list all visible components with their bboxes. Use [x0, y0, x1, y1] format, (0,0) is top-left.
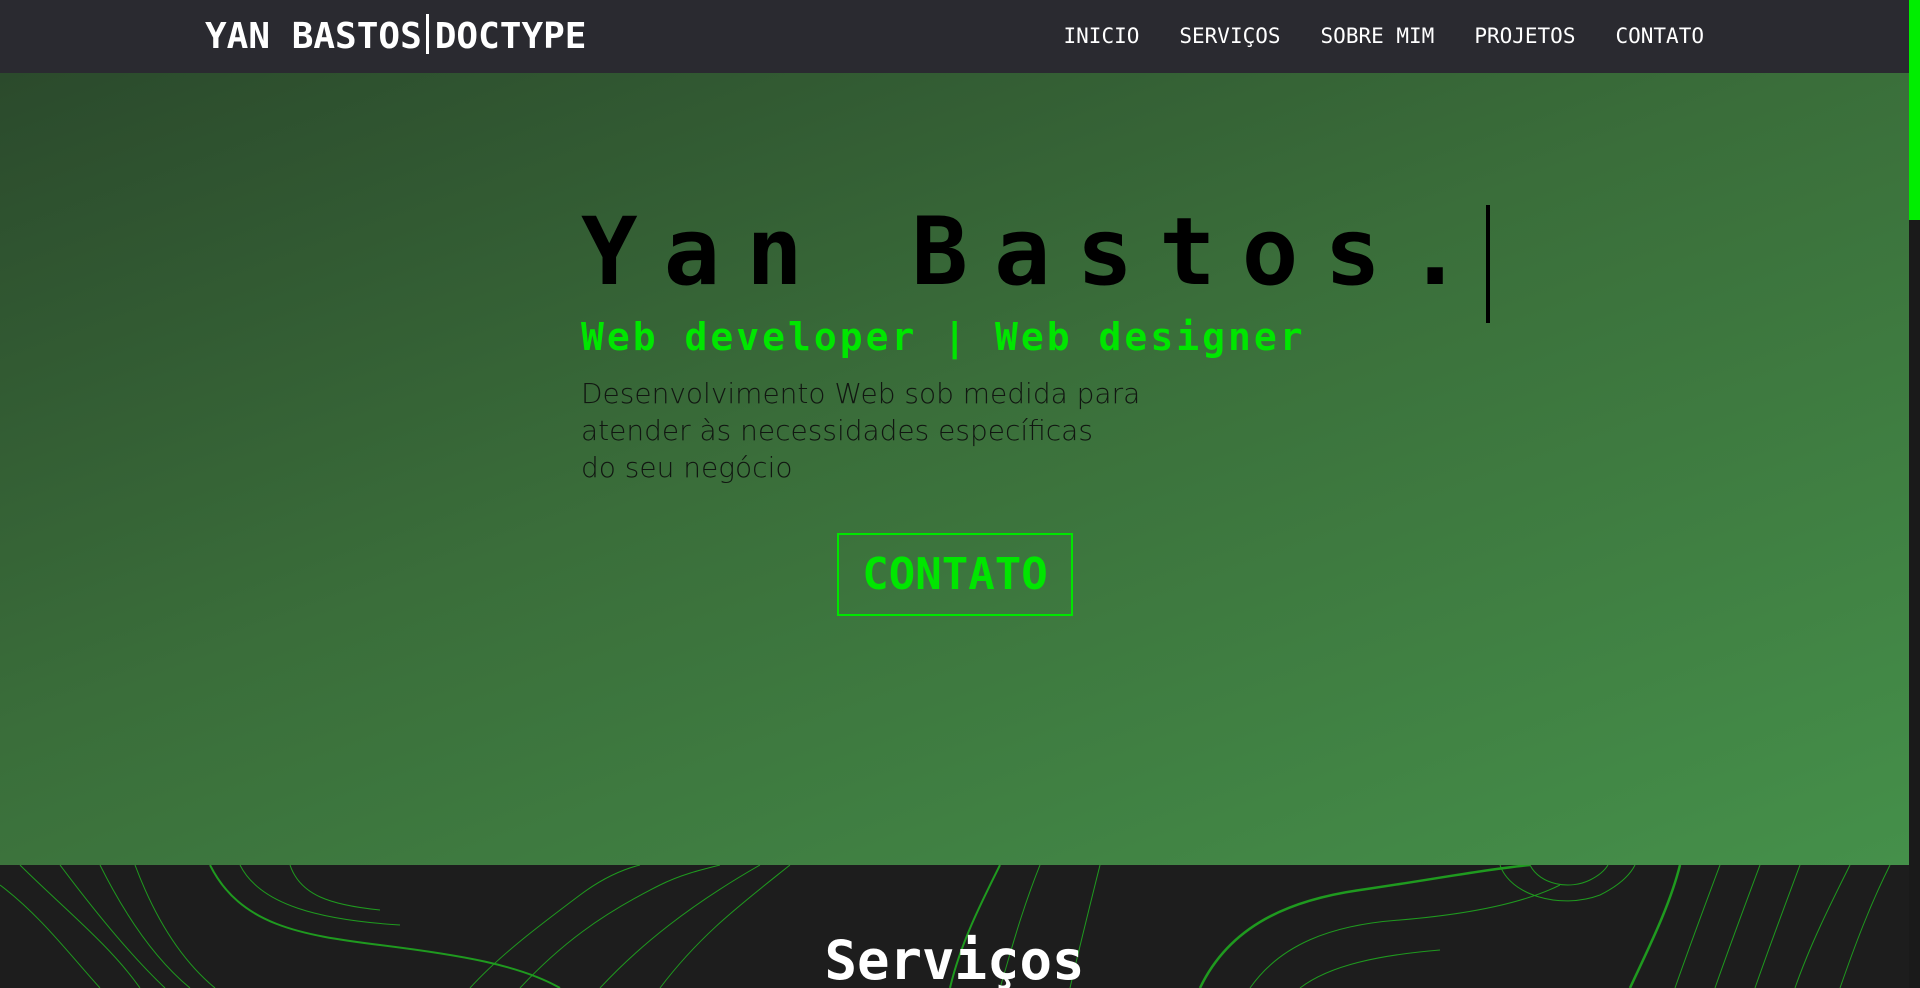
typing-cursor — [1485, 205, 1490, 323]
hero-subtitle: Web developer | Web designer — [581, 315, 1306, 359]
hero-description-line: do seu negócio — [581, 451, 793, 484]
hero-description: Desenvolvimento Web sob medida para aten… — [581, 375, 1201, 486]
hero-section: Yan Bastos. Web developer | Web designer… — [0, 73, 1909, 865]
hero-content: Yan Bastos. Web developer | Web designer… — [581, 203, 1490, 486]
page-scrollbar[interactable] — [1909, 0, 1920, 988]
hero-description-line: Desenvolvimento Web sob medida para — [581, 377, 1141, 410]
hero-description-line: atender às necessidades específicas — [581, 414, 1093, 447]
nav-link-projetos[interactable]: PROJETOS — [1474, 24, 1575, 48]
services-section: Serviços — [0, 865, 1909, 988]
site-logo[interactable]: YAN BASTOS DOCTYPE — [205, 14, 586, 59]
nav-link-servicos[interactable]: SERVIÇOS — [1179, 24, 1280, 48]
main-nav: INICIO SERVIÇOS SOBRE MIM PROJETOS CONTA… — [1064, 24, 1704, 48]
page: YAN BASTOS DOCTYPE INICIO SERVIÇOS SOBRE … — [0, 0, 1920, 988]
nav-link-inicio[interactable]: INICIO — [1064, 24, 1140, 48]
services-heading: Serviços — [824, 929, 1085, 988]
nav-link-sobre-mim[interactable]: SOBRE MIM — [1321, 24, 1435, 48]
brand-name: YAN BASTOS — [205, 16, 422, 57]
hero-title: Yan Bastos. — [581, 198, 1490, 323]
contact-button[interactable]: CONTATO — [837, 533, 1073, 616]
brand-separator — [425, 14, 429, 54]
site-header: YAN BASTOS DOCTYPE INICIO SERVIÇOS SOBRE … — [0, 0, 1909, 73]
scrollbar-thumb[interactable] — [1909, 0, 1920, 220]
hero-title-text: Yan Bastos. — [581, 198, 1490, 307]
nav-link-contato[interactable]: CONTATO — [1615, 24, 1704, 48]
brand-tag: DOCTYPE — [434, 16, 587, 57]
